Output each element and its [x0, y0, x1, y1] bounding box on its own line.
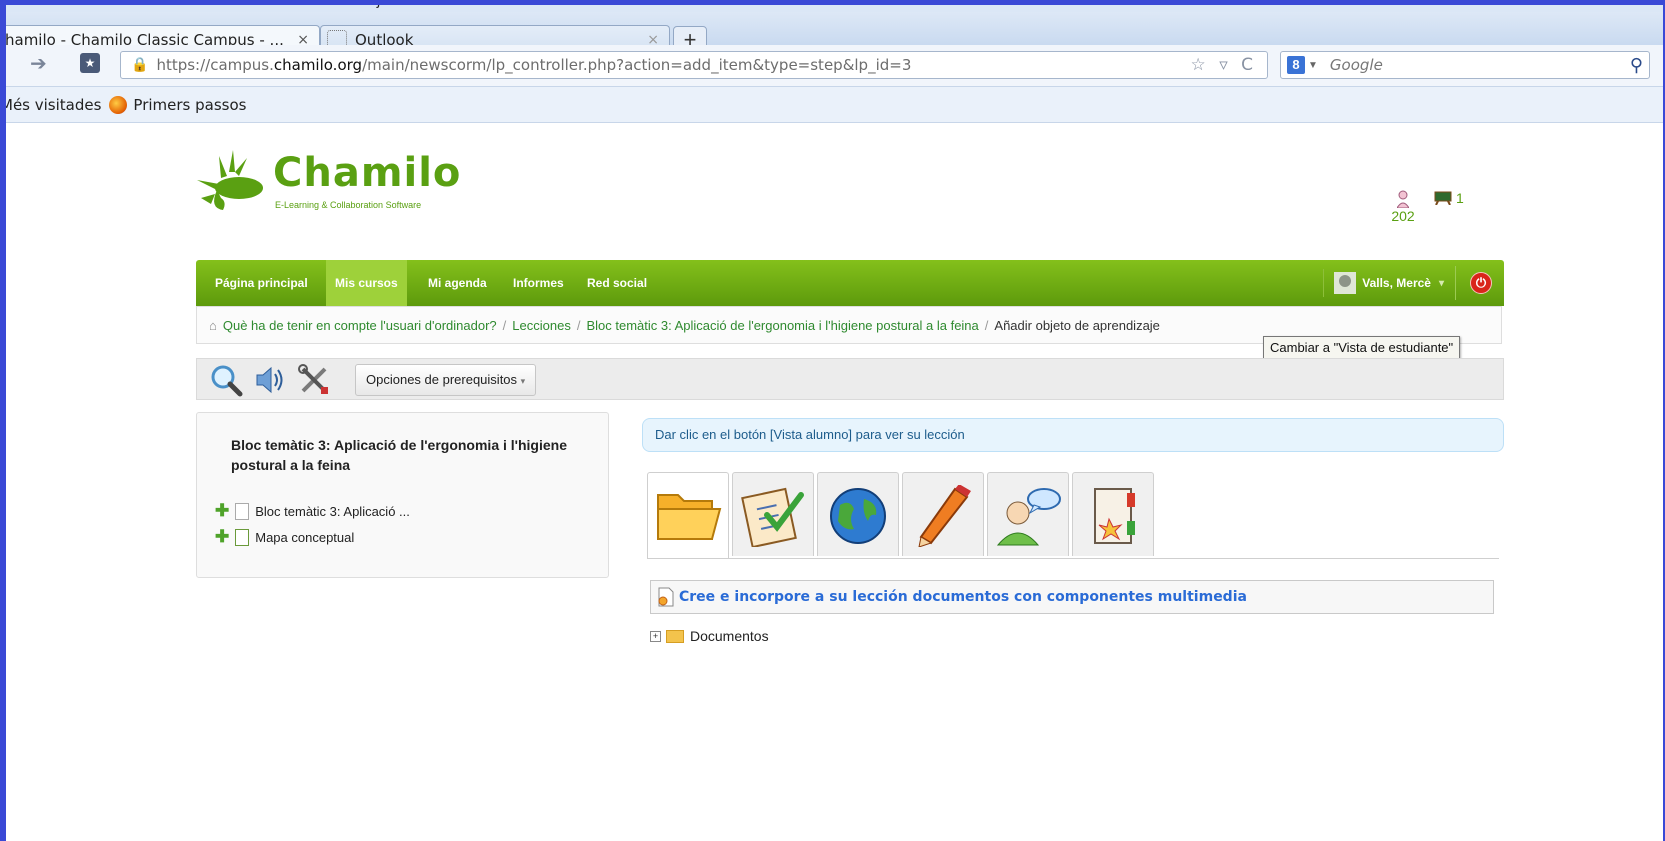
url-bar[interactable]: 🔒 https://campus. chamilo.org/main/newsco… [120, 51, 1268, 79]
tab-links[interactable] [817, 472, 899, 556]
chamilo-logo[interactable]: Chamilo E-Learning & Collaboration Softw… [197, 150, 460, 220]
tab-forums[interactable] [987, 472, 1069, 556]
prerequisites-button[interactable]: Opciones de prerequisitos ▾ [355, 364, 537, 396]
menu-item-reports[interactable]: Informes [504, 260, 573, 306]
folder-icon [657, 494, 722, 540]
map-document-icon [235, 528, 250, 546]
document-icon [235, 502, 250, 520]
breadcrumb-lesson[interactable]: Bloc temàtic 3: Aplicació de l'ergonomia… [586, 318, 978, 333]
documents-tree[interactable]: + Documentos [650, 628, 769, 644]
add-icon[interactable]: ✚ [215, 501, 229, 521]
breadcrumb-separator: / [576, 317, 581, 333]
add-icon[interactable]: ✚ [215, 527, 229, 547]
menu-item-home[interactable]: Página principal [206, 260, 317, 306]
chamilo-logo-icon [197, 150, 263, 210]
info-message: Dar clic en el botón [Vista alumno] para… [642, 418, 1504, 452]
courses-count: 1 [1456, 190, 1464, 206]
main-menu: Página principal Mis cursos Mi agenda In… [196, 260, 1504, 306]
window-frame-left [0, 0, 6, 841]
lock-icon: 🔒 [131, 57, 149, 73]
lesson-title: Bloc temàtic 3: Aplicació de l'ergonomia… [231, 437, 567, 473]
logo-tagline: E-Learning & Collaboration Software [275, 200, 422, 210]
search-box[interactable]: 8 ▼ Google ⚲ [1280, 51, 1650, 79]
tab-strip: hamilo - Chamilo Classic Campus - ... × … [0, 12, 1665, 56]
user-chat-icon [996, 488, 1061, 546]
chevron-down-icon: ▾ [1438, 277, 1444, 289]
list-item-label: Mapa conceptual [255, 529, 355, 545]
url-tools-icons[interactable]: ☆ ▿ C [1191, 55, 1257, 75]
lesson-toolbar: Opciones de prerequisitos ▾ [196, 358, 1504, 400]
expand-icon[interactable]: + [650, 630, 661, 642]
tools-icon[interactable] [297, 363, 331, 397]
users-online[interactable]: 202 [1388, 190, 1418, 224]
breadcrumb-current: Añadir objeto de aprendizaje [994, 317, 1160, 333]
engine-caret-icon[interactable]: ▼ [1308, 60, 1318, 71]
url-path: /main/newscorm/lp_controller.php?action=… [362, 56, 912, 74]
list-item-label: Bloc temàtic 3: Aplicació ... [255, 503, 410, 519]
tab-exercises[interactable] [732, 472, 814, 556]
tab-documents[interactable] [647, 472, 729, 558]
search-icon[interactable]: ⚲ [1630, 55, 1643, 76]
list-item[interactable]: ✚ Mapa conceptual [215, 527, 354, 547]
caret-down-icon: ▾ [520, 376, 526, 386]
forward-icon[interactable]: ➔ [30, 51, 47, 76]
list-item[interactable]: ✚ Bloc temàtic 3: Aplicació ... [215, 501, 410, 521]
user-menu[interactable]: Valls, Mercè ▾ [1323, 269, 1444, 297]
breadcrumb-separator: / [502, 317, 507, 333]
tooltip: Cambiar a "Vista de estudiante" [1263, 336, 1461, 360]
menu-item-agenda[interactable]: Mi agenda [419, 260, 496, 306]
bookmark-most-visited[interactable]: Més visitades [0, 96, 101, 114]
new-document-icon [658, 587, 674, 607]
blackboard-icon [1434, 191, 1452, 205]
url-scheme: https://campus. [156, 56, 274, 74]
tree-label: Documentos [690, 628, 769, 644]
search-placeholder: Google [1329, 56, 1383, 74]
lesson-outline: Bloc temàtic 3: Aplicació de l'ergonomia… [196, 412, 609, 578]
section-header: Cree e incorpore a su lección documentos… [650, 580, 1494, 614]
binder-icon [1094, 488, 1135, 544]
checklist-icon [741, 487, 804, 547]
window-frame-top [0, 0, 1665, 5]
menu-divider [1455, 266, 1456, 300]
home-icon[interactable]: ⌂ [209, 318, 217, 333]
breadcrumb-lessons[interactable]: Lecciones [512, 318, 571, 333]
section-title[interactable]: Cree e incorpore a su lección documentos… [679, 589, 1247, 605]
bookmark-star-icon[interactable]: ★ [80, 53, 100, 73]
menu-item-my-courses[interactable]: Mis cursos [326, 260, 407, 306]
resource-tabs [647, 472, 1499, 559]
pencil-icon [918, 485, 971, 547]
logo-wordmark: Chamilo [273, 150, 462, 196]
navigation-bar: ➔ ★ 🔒 https://campus. chamilo.org/main/ne… [0, 45, 1665, 87]
audio-icon[interactable] [253, 363, 287, 397]
search-icon[interactable] [209, 363, 243, 397]
tab-assignments[interactable] [902, 472, 984, 556]
firefox-icon [109, 95, 128, 114]
bookmarks-bar: Més visitades Primers passos [0, 87, 1665, 123]
users-online-count: 202 [1391, 208, 1415, 224]
user-icon [1397, 190, 1409, 208]
breadcrumb-course[interactable]: Què ha de tenir en compte l'usuari d'ord… [223, 318, 497, 333]
courses-indicator[interactable]: 1 [1434, 190, 1464, 206]
breadcrumb-separator: / [984, 317, 989, 333]
prerequisites-label: Opciones de prerequisitos [366, 372, 518, 387]
globe-icon [830, 488, 886, 544]
folder-icon [666, 629, 684, 643]
bookmark-getting-started[interactable]: Primers passos [133, 96, 246, 114]
menu-item-social[interactable]: Red social [578, 260, 656, 306]
logout-icon[interactable]: ⏻ [1470, 272, 1492, 294]
tab-evaluations[interactable] [1072, 472, 1154, 556]
avatar [1334, 272, 1357, 294]
search-engine-icon[interactable]: 8 [1287, 56, 1305, 74]
user-name: Valls, Mercè [1362, 276, 1431, 290]
url-host: chamilo.org [273, 56, 363, 74]
